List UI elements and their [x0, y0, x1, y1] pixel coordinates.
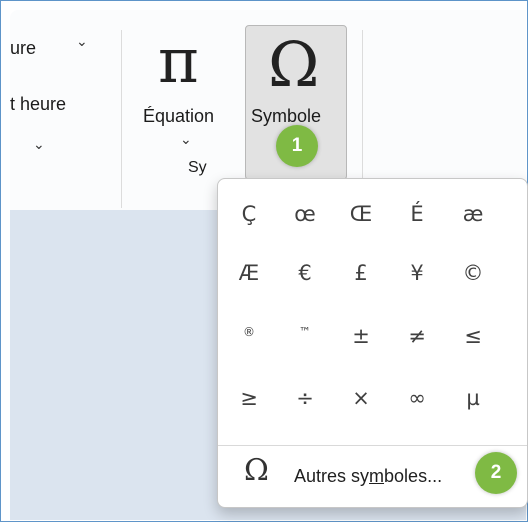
symbol-cell[interactable]: © — [445, 248, 501, 298]
symbol-cell[interactable]: × — [333, 373, 389, 423]
equation-button[interactable]: Équation — [143, 106, 214, 127]
omega-icon[interactable]: Ω — [268, 34, 319, 96]
chevron-down-icon[interactable]: ⌄ — [76, 34, 88, 50]
symbol-cell[interactable]: ∞ — [389, 373, 445, 423]
pi-icon[interactable]: π — [158, 30, 199, 92]
symbol-button-label[interactable]: Symbole — [251, 106, 321, 127]
symbol-cell[interactable]: £ — [333, 248, 389, 298]
more-symbols-label-accesskey: m — [369, 466, 385, 486]
step-badge-1: 1 — [276, 125, 318, 167]
more-symbols-label-part: Autres sy — [294, 466, 370, 486]
symbol-cell[interactable]: É — [389, 189, 445, 239]
chevron-down-icon[interactable]: ⌄ — [180, 132, 192, 148]
symbol-cell[interactable]: µ — [445, 373, 501, 423]
group-label-symbols: Sy — [188, 159, 207, 176]
symbol-cell[interactable]: ± — [333, 311, 389, 361]
omega-icon: Ω — [244, 453, 269, 488]
ribbon-date-time-item[interactable]: t heure — [10, 94, 66, 115]
group-separator — [121, 30, 122, 208]
symbol-cell[interactable]: Œ — [333, 189, 389, 239]
symbol-cell[interactable]: ™ — [277, 307, 333, 357]
symbol-cell[interactable]: Ç — [221, 189, 277, 239]
symbol-cell[interactable]: € — [277, 248, 333, 298]
chevron-down-icon[interactable]: ⌄ — [33, 137, 45, 153]
step-badge-2: 2 — [475, 452, 517, 494]
more-symbols-label: Autres symboles... — [294, 466, 442, 487]
symbol-cell[interactable]: ¥ — [389, 248, 445, 298]
symbol-cell[interactable]: ≤ — [445, 311, 501, 361]
symbol-cell[interactable]: æ — [445, 189, 501, 239]
symbol-cell[interactable]: ® — [221, 307, 277, 357]
symbol-cell[interactable]: œ — [277, 189, 333, 239]
more-symbols-label-part: boles... — [384, 466, 443, 486]
symbol-cell[interactable]: ≥ — [221, 373, 277, 423]
symbol-cell[interactable]: ≠ — [389, 311, 445, 361]
symbol-cell[interactable]: Æ — [221, 248, 277, 298]
ribbon-partial-item[interactable]: ure — [10, 38, 36, 59]
symbol-cell[interactable]: ÷ — [277, 373, 333, 423]
